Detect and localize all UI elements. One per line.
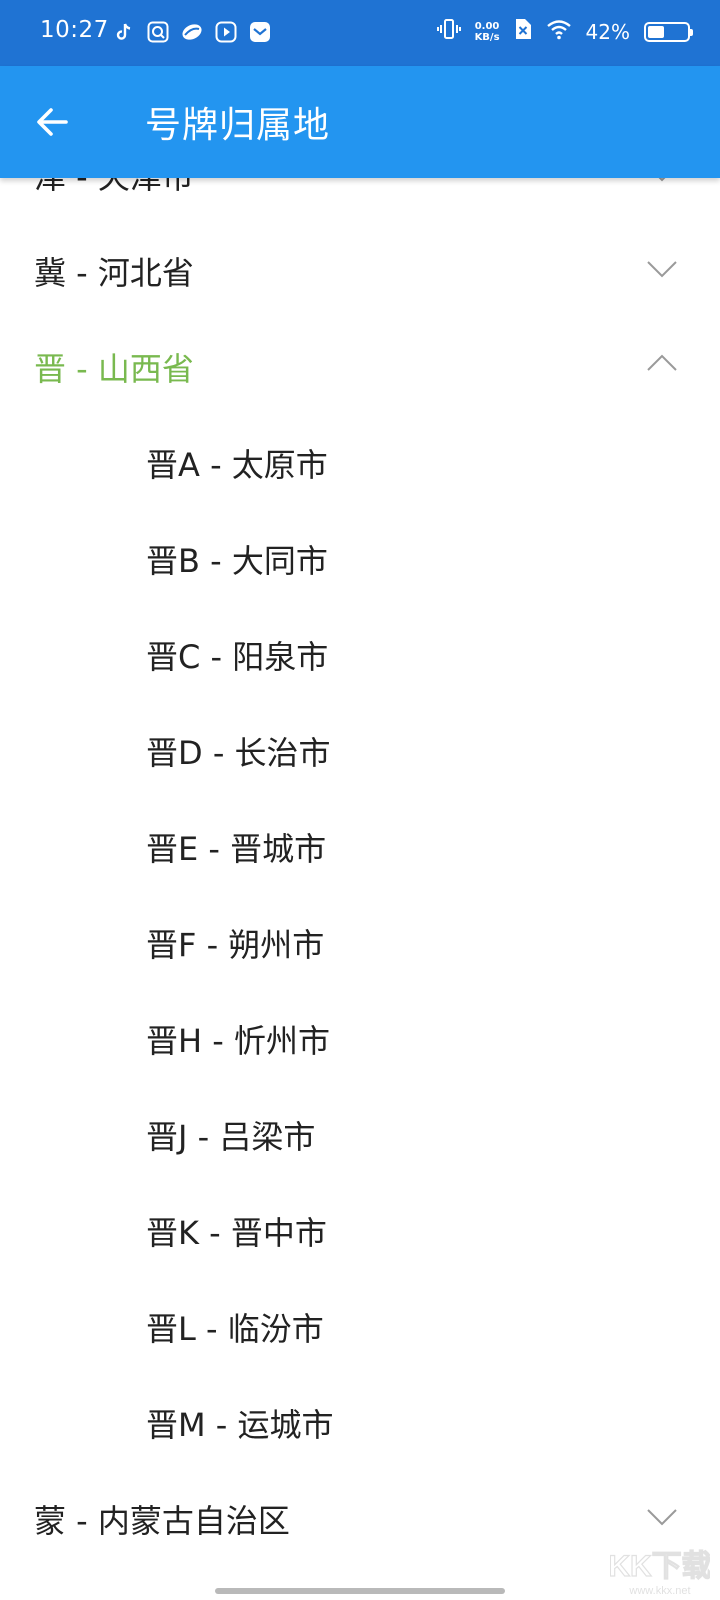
province-list-content: 津 - 天津市冀 - 河北省晋 - 山西省晋A - 太原市晋B - 大同市晋C … [0, 178, 720, 1600]
status-bar: 10:27 0.00 KB/s 42% [0, 0, 720, 66]
network-speed-unit: KB/s [474, 31, 500, 43]
city-row[interactable]: 晋A - 太原市 [0, 412, 720, 508]
province-label: 蒙 - 内蒙古自治区 [34, 1502, 290, 1540]
watermark-text: KK下载 [610, 1550, 710, 1583]
city-row[interactable]: 晋D - 长治市 [0, 700, 720, 796]
province-row[interactable]: 津 - 天津市 [0, 178, 720, 220]
city-row[interactable]: 晋L - 临汾市 [0, 1276, 720, 1372]
chevron-down-icon[interactable] [644, 178, 680, 190]
city-row[interactable]: 晋M - 运城市 [0, 1372, 720, 1468]
battery-icon [644, 21, 693, 42]
chevron-up-icon[interactable] [644, 346, 680, 382]
app-bar: 号牌归属地 [0, 66, 720, 178]
city-row[interactable]: 晋H - 忻州市 [0, 988, 720, 1084]
city-row[interactable]: 晋C - 阳泉市 [0, 604, 720, 700]
city-label: 晋L - 临汾市 [146, 1310, 324, 1348]
city-label: 晋H - 忻州市 [146, 1022, 330, 1060]
chevron-down-icon[interactable] [644, 1498, 680, 1534]
city-label: 晋B - 大同市 [146, 542, 328, 580]
mail-app-icon [248, 20, 272, 44]
back-button[interactable] [24, 94, 80, 150]
city-row[interactable]: 晋B - 大同市 [0, 508, 720, 604]
province-list[interactable]: 津 - 天津市冀 - 河北省晋 - 山西省晋A - 太原市晋B - 大同市晋C … [0, 178, 720, 1600]
no-sim-icon [514, 18, 532, 45]
city-row[interactable]: 晋J - 吕梁市 [0, 1084, 720, 1180]
watermark-url: www.kkx.net [628, 1585, 690, 1597]
lens-app-icon [180, 20, 204, 44]
city-label: 晋D - 长治市 [146, 734, 331, 772]
network-speed-value: 0.00 [474, 20, 500, 32]
network-speed: 0.00 KB/s [475, 21, 500, 43]
notification-icons [112, 20, 272, 44]
city-label: 晋J - 吕梁市 [146, 1118, 316, 1156]
page-title: 号牌归属地 [145, 105, 331, 146]
city-label: 晋M - 运城市 [146, 1406, 334, 1444]
province-label: 冀 - 河北省 [34, 254, 194, 292]
city-row[interactable]: 晋F - 朔州市 [0, 892, 720, 988]
city-label: 晋K - 晋中市 [146, 1214, 327, 1252]
battery-fill [648, 25, 664, 38]
wifi-icon [546, 18, 572, 45]
province-row[interactable]: 冀 - 河北省 [0, 220, 720, 316]
q-app-icon [146, 20, 170, 44]
city-row[interactable]: 晋E - 晋城市 [0, 796, 720, 892]
arrow-left-icon [37, 108, 68, 136]
tiktok-icon [112, 20, 136, 44]
gesture-nav-handle[interactable] [215, 1588, 505, 1594]
city-label: 晋C - 阳泉市 [146, 638, 329, 676]
play-app-icon [214, 20, 238, 44]
city-row[interactable]: 晋K - 晋中市 [0, 1180, 720, 1276]
province-label: 晋 - 山西省 [34, 350, 194, 388]
city-label: 晋F - 朔州市 [146, 926, 325, 964]
watermark-logo: KK下载 www.kkx.net [610, 1549, 710, 1597]
battery-percent: 42% [585, 19, 630, 44]
city-label: 晋E - 晋城市 [146, 830, 327, 868]
province-label: 津 - 天津市 [34, 178, 194, 198]
vibrate-icon [436, 17, 461, 46]
status-indicators: 0.00 KB/s 42% [436, 17, 693, 46]
city-label: 晋A - 太原市 [146, 446, 328, 484]
chevron-down-icon[interactable] [644, 250, 680, 286]
status-time: 10:27 [40, 17, 109, 43]
province-row[interactable]: 晋 - 山西省 [0, 316, 720, 412]
province-label: 辽 - 辽宁省 [34, 1592, 194, 1600]
